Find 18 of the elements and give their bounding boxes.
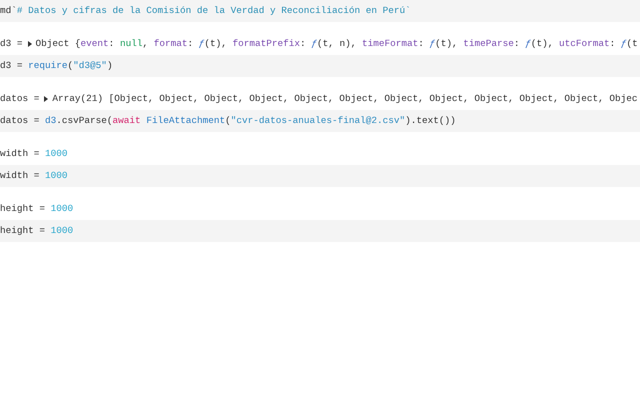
code-editor[interactable]: datos = d3.csvParse(await FileAttachment("cvr-datos-anuales-final@2.csv").text()) bbox=[0, 110, 640, 132]
code-editor[interactable]: d3 = require("d3@5") bbox=[0, 55, 640, 77]
caret-right-icon[interactable] bbox=[43, 96, 50, 102]
code-text: width = 1000 bbox=[0, 169, 68, 183]
code-text: md`# Datos y cifras de la Comisión de la Verdad y Reconciliación en Perú` bbox=[0, 4, 411, 18]
code-text: height = 1000 bbox=[0, 224, 74, 238]
caret-right-icon[interactable] bbox=[26, 41, 33, 47]
code-editor[interactable]: md`# Datos y cifras de la Comisión de la Verdad y Reconciliación en Perú` bbox=[0, 0, 640, 22]
code-text: datos = bbox=[0, 92, 40, 106]
code-text: height = 1000 bbox=[0, 202, 74, 216]
code-text: datos = d3.csvParse(await FileAttachment("cvr-datos-anuales-final@2.csv").text()) bbox=[0, 114, 456, 128]
code-text: d3 = bbox=[0, 37, 23, 51]
code-text: Object {event: null, format: ƒ(t), formatPrefix: ƒ(t, n), timeFormat: ƒ(t), timeParse: ƒ(t), utcFormat: ƒ(t bbox=[36, 37, 638, 51]
code-text: width = 1000 bbox=[0, 147, 68, 161]
code-editor[interactable]: height = 1000 bbox=[0, 220, 640, 242]
code-editor[interactable]: width = 1000 bbox=[0, 165, 640, 187]
code-text: Array(21) [Object, Object, Object, Object, Object, Object, Object, Object, Object, Object, Object, Objec bbox=[52, 92, 638, 106]
code-text: d3 = require("d3@5") bbox=[0, 59, 113, 73]
